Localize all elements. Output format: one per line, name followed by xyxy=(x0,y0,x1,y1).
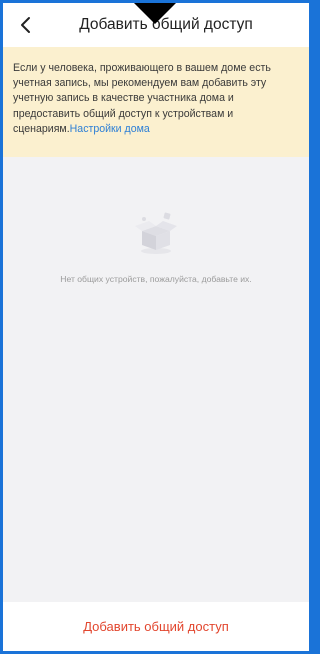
chevron-left-icon[interactable] xyxy=(19,16,35,34)
add-sharing-button[interactable]: Добавить общий доступ xyxy=(3,602,309,651)
bottom-bar: Добавить общий доступ xyxy=(3,602,309,651)
info-notice: Если у человека, проживающего в вашем до… xyxy=(3,47,309,157)
empty-box-icon xyxy=(131,209,181,257)
home-settings-link[interactable]: Настройки дома xyxy=(70,123,150,135)
app-screen: Добавить общий доступ Если у человека, п… xyxy=(0,0,312,654)
pointer-marker xyxy=(131,3,179,24)
empty-state-message: Нет общих устройств, пожалуйста, добавьт… xyxy=(60,274,252,284)
